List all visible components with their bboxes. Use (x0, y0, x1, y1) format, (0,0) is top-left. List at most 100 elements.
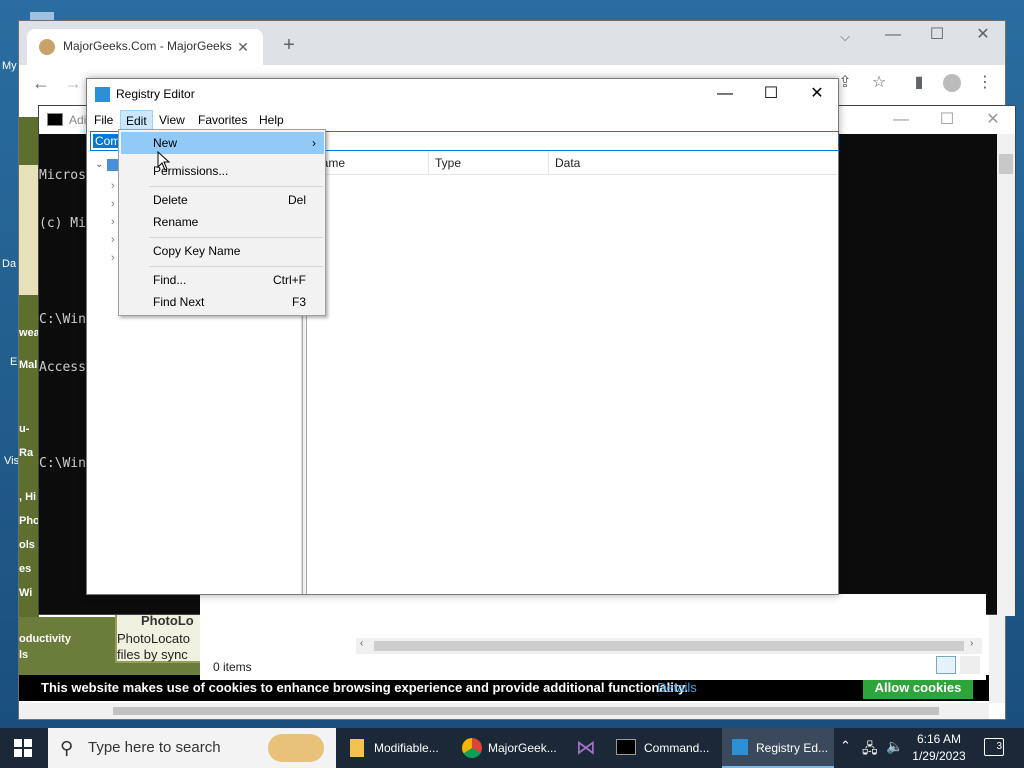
maximize-icon[interactable]: ☐ (937, 110, 957, 130)
menu-item-shortcut: Del (287, 193, 306, 207)
menu-item-find-next[interactable]: Find Next F3 (121, 291, 324, 313)
close-icon[interactable]: ✕ (973, 25, 993, 45)
regedit-titlebar[interactable]: Registry Editor — ☐ ✕ (87, 79, 838, 110)
scroll-left-icon[interactable]: ‹ (360, 638, 363, 649)
notification-center-icon[interactable]: 3 (984, 738, 1004, 756)
clock[interactable]: 6:16 AM 1/29/2023 (910, 731, 968, 765)
side-label[interactable]: Pho (19, 509, 40, 533)
back-arrow-icon[interactable]: ← (29, 73, 53, 93)
site-mascot-image (19, 165, 39, 295)
bookmark-star-icon[interactable]: ☆ (869, 73, 889, 93)
menu-item-copy-key-name[interactable]: Copy Key Name (121, 240, 324, 262)
side-panel-icon[interactable]: ▮ (909, 73, 929, 93)
card-title: PhotoLo (141, 613, 194, 628)
minimize-icon[interactable]: — (715, 84, 735, 104)
taskbar-app-label: Modifiable... (374, 741, 439, 755)
menu-item-label: Delete (153, 193, 188, 207)
regedit-icon (732, 739, 748, 755)
side-label[interactable]: es (19, 557, 39, 581)
browser-tab[interactable]: MajorGeeks.Com - MajorGeeks ✕ (27, 29, 263, 65)
maximize-icon[interactable]: ☐ (761, 84, 781, 104)
cmd-title-text: Adi (69, 113, 87, 127)
menu-item-rename[interactable]: Rename (121, 211, 324, 233)
column-header-data[interactable]: Data (549, 151, 838, 175)
menu-help[interactable]: Help (254, 110, 289, 130)
minimize-icon[interactable]: — (883, 25, 903, 45)
side-label[interactable]: , Hi (19, 485, 39, 509)
menu-item-permissions[interactable]: Permissions... (121, 160, 324, 182)
cmd-output[interactable]: Micros (c) Mi C:\Win Access C:\Win (39, 136, 86, 504)
menu-favorites[interactable]: Favorites (193, 110, 252, 130)
close-tab-icon[interactable]: ✕ (233, 37, 253, 57)
close-icon[interactable]: ✕ (983, 110, 1003, 130)
explorer-window-fragment: ‹ › 0 items (200, 594, 986, 680)
more-menu-icon[interactable]: ⋮ (975, 73, 995, 93)
taskbar-app-command-prompt[interactable]: Command... (610, 728, 720, 768)
menu-file[interactable]: File (89, 110, 118, 130)
menu-item-find[interactable]: Find... Ctrl+F (121, 269, 324, 291)
new-tab-icon[interactable]: + (277, 35, 301, 55)
allow-cookies-button[interactable]: Allow cookies (863, 677, 973, 699)
desktop-label: Da (2, 258, 17, 270)
category-link[interactable]: ls (19, 647, 71, 663)
window-title: Registry Editor (116, 87, 195, 101)
category-link[interactable]: oductivity (19, 631, 71, 647)
cmd-app-icon (47, 113, 63, 126)
horizontal-scrollbar[interactable] (19, 703, 989, 719)
taskbar-app-visual-studio[interactable]: ⋈ (570, 728, 606, 768)
menu-item-delete[interactable]: Delete Del (121, 189, 324, 211)
scroll-thumb[interactable] (374, 641, 964, 651)
taskbar-app-label: Registry Ed... (756, 741, 829, 755)
scroll-right-icon[interactable]: › (970, 638, 973, 649)
close-icon[interactable]: ✕ (807, 84, 827, 104)
desktop-label: Vis (4, 455, 20, 467)
large-icons-view-icon[interactable] (960, 656, 980, 674)
scroll-thumb[interactable] (999, 154, 1013, 174)
column-header-type[interactable]: Type (429, 151, 549, 175)
menu-edit[interactable]: Edit (120, 110, 153, 130)
desktop-label: E (10, 356, 18, 368)
column-headers: Name Type Data (307, 151, 838, 175)
cmd-line: C:\Win (39, 456, 86, 471)
cmd-icon (616, 739, 636, 755)
cmd-scrollbar[interactable] (997, 134, 1015, 616)
menu-view[interactable]: View (154, 110, 190, 130)
card-line: files by sync (117, 647, 188, 662)
side-label[interactable]: Wi (19, 581, 39, 605)
network-icon[interactable]: 🖧 (862, 738, 878, 762)
tree-expanders[interactable]: › › › › › (111, 177, 115, 267)
menu-separator (149, 186, 323, 187)
side-label[interactable]: Mal (19, 353, 39, 377)
horizontal-scrollbar[interactable]: ‹ › (356, 638, 982, 654)
menu-item-label: Rename (153, 215, 199, 229)
volume-icon[interactable]: 🔈 (886, 738, 903, 755)
expand-chevron-icon[interactable]: ⌄ (95, 159, 103, 170)
details-view-icon[interactable] (936, 656, 956, 674)
taskbar-app-registry-editor[interactable]: Registry Ed... (722, 728, 834, 768)
search-icon: ⚲ (60, 738, 74, 758)
show-hidden-icons-chevron-icon[interactable]: ⌃ (840, 738, 851, 754)
menu-item-label: Copy Key Name (153, 244, 241, 258)
menu-item-new[interactable]: New › (121, 132, 324, 154)
desktop-label: My (2, 60, 17, 72)
taskbar-search-box[interactable]: ⚲ Type here to search (48, 728, 336, 768)
card-line: PhotoLocato (117, 631, 191, 646)
values-list-pane[interactable]: Name Type Data (307, 151, 838, 594)
submenu-arrow-icon: › (312, 136, 316, 150)
side-label[interactable]: weal (19, 321, 43, 345)
minimize-icon[interactable]: — (891, 110, 911, 130)
forward-arrow-icon[interactable]: → (61, 73, 85, 93)
regedit-app-icon (95, 87, 110, 102)
search-placeholder: Type here to search (88, 739, 221, 756)
side-label[interactable]: ols (19, 533, 39, 557)
profile-avatar-icon[interactable] (943, 74, 961, 92)
search-highlight-image (268, 734, 324, 762)
side-label[interactable]: u-Ra (19, 417, 39, 465)
chevron-down-icon[interactable]: ⌵ (835, 27, 855, 47)
taskbar-app-chrome[interactable]: MajorGeek... (456, 728, 566, 768)
maximize-icon[interactable]: ☐ (927, 25, 947, 45)
scroll-thumb[interactable] (113, 707, 939, 715)
status-item-count: 0 items (213, 660, 252, 674)
taskbar-app-file-explorer[interactable]: Modifiable... (342, 728, 452, 768)
start-windows-icon[interactable] (14, 739, 32, 757)
